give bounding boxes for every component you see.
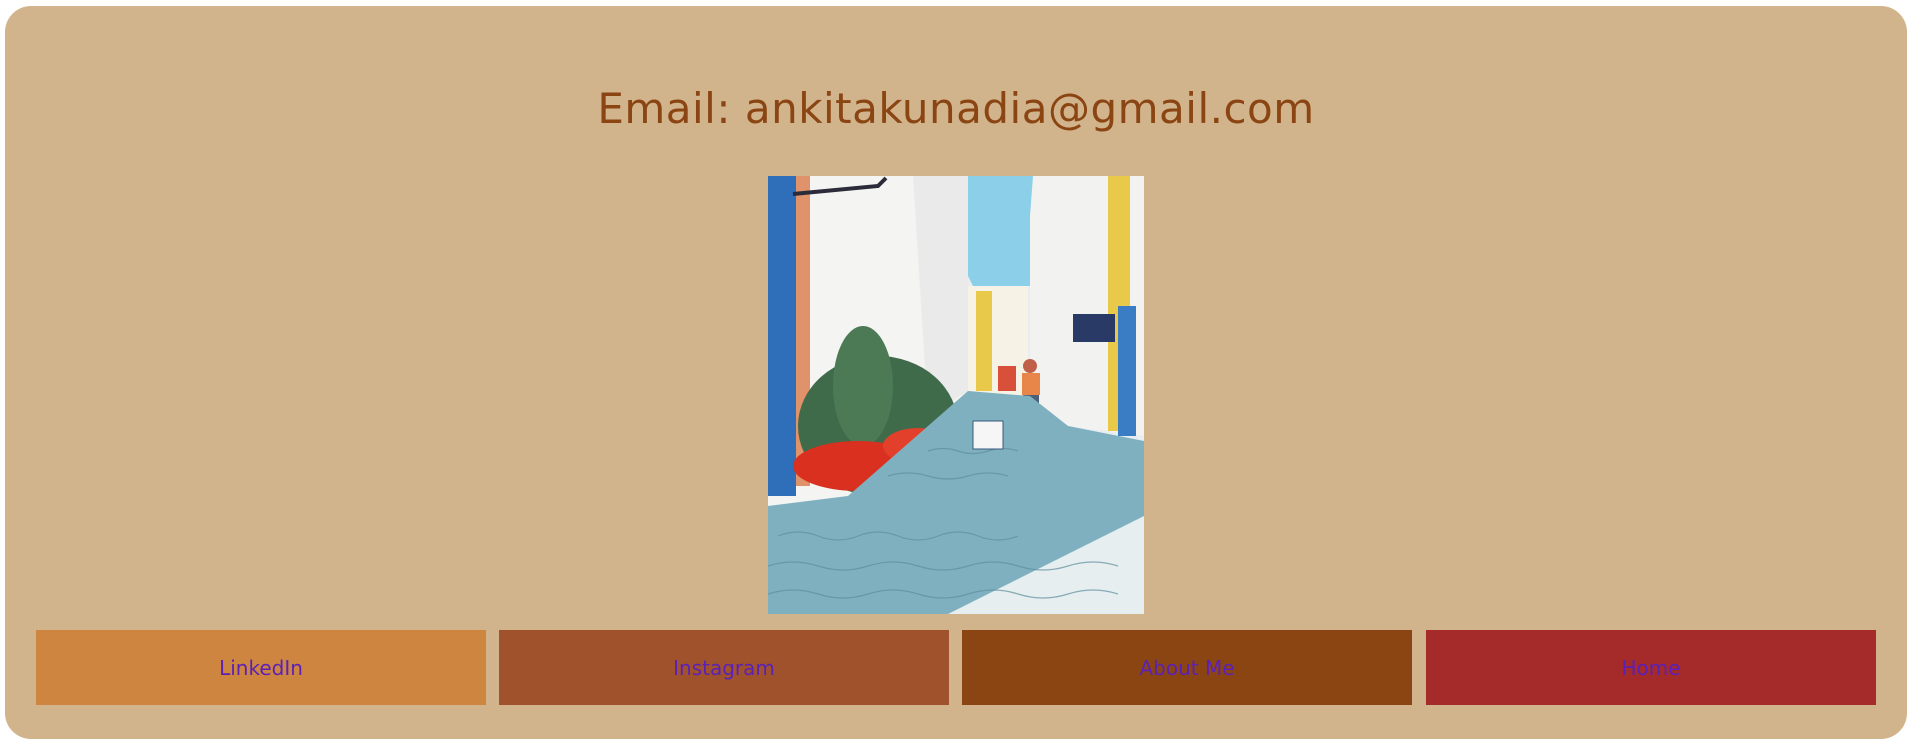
email-heading: Email: ankitakunadia@gmail.com <box>597 84 1315 133</box>
street-photo <box>768 176 1144 614</box>
instagram-button[interactable]: Instagram <box>499 630 949 705</box>
about-me-button[interactable]: About Me <box>962 630 1412 705</box>
linkedin-button[interactable]: LinkedIn <box>36 630 486 705</box>
contact-card: Email: ankitakunadia@gmail.com LinkedIn … <box>5 6 1907 739</box>
home-button[interactable]: Home <box>1426 630 1876 705</box>
